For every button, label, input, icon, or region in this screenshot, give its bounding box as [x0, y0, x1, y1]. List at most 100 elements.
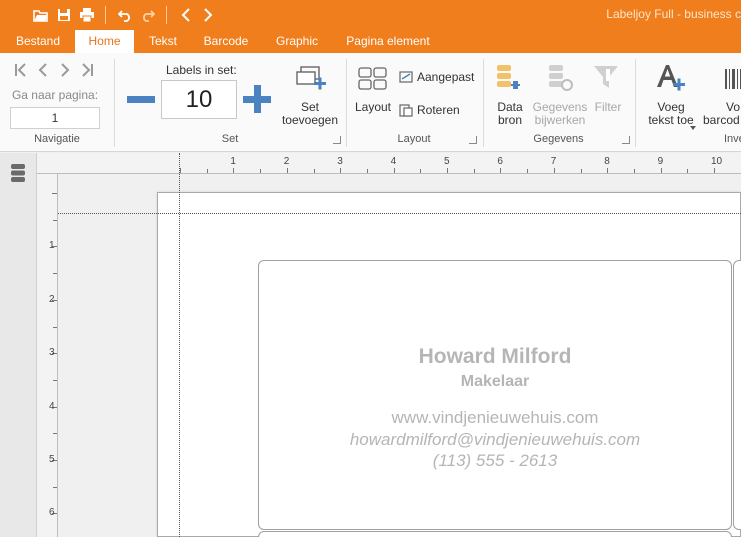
gegevens-bijwerken-label-2: bijwerken [534, 113, 586, 127]
ruler-tick-label: 7 [550, 156, 557, 167]
label-email-text[interactable]: howardmilford@vindjenieuwehuis.com [258, 430, 732, 450]
ruler-tick-label: 1 [230, 156, 236, 167]
open-icon[interactable] [33, 6, 49, 24]
voeg-tekst-icon[interactable] [655, 63, 687, 93]
vertical-ruler: 1 2 3 4 5 6 [37, 174, 58, 537]
app-title: Labeljoy Full - business c [606, 7, 741, 21]
ribbon-tabs: Bestand Home Tekst Barcode Graphic Pagin… [0, 30, 741, 54]
ruler-tick-label: 3 [337, 156, 343, 167]
ruler-tick [53, 219, 57, 221]
redo-icon[interactable] [140, 6, 156, 24]
tab-tekst[interactable]: Tekst [142, 30, 184, 53]
ruler-tick [52, 193, 57, 194]
ruler-tick [633, 169, 635, 173]
ruler-tick-label: 5 [444, 156, 450, 167]
ruler-tick-label: 2 [283, 156, 290, 167]
ruler-tick-label: 4 [390, 156, 397, 167]
ruler-tick [393, 168, 395, 173]
ruler-tick [260, 169, 262, 173]
group-label-navigatie: Navigatie [34, 133, 80, 145]
label-phone-text[interactable]: (113) 555 - 2613 [258, 451, 732, 471]
title-bar: Labeljoy Full - business c [0, 0, 741, 30]
goto-page-input[interactable]: 1 [10, 107, 100, 129]
ruler-tick-label: 9 [657, 156, 664, 167]
ruler-tick [233, 168, 235, 173]
layout-launcher-icon[interactable] [469, 136, 477, 144]
ruler-tick [340, 168, 342, 173]
ruler-tick-label: 10 [711, 156, 723, 167]
ruler-tick [660, 168, 662, 173]
back-icon[interactable] [179, 6, 193, 24]
roteren-icon[interactable] [399, 103, 413, 117]
ruler-tick [286, 168, 288, 173]
group-label-layout: Layout [397, 133, 431, 145]
set-launcher-icon[interactable] [333, 136, 341, 144]
ruler-tick [180, 168, 181, 173]
ruler-tick [420, 169, 422, 173]
first-page-icon[interactable] [14, 63, 28, 77]
data-bron-icon[interactable] [496, 63, 522, 93]
left-panel [0, 153, 37, 537]
ruler-tick [53, 486, 57, 488]
filter-button-label: Filter [594, 100, 622, 114]
ruler-tick [53, 433, 57, 435]
dropdown-arrow-icon[interactable] [690, 119, 696, 130]
set-toevoegen-icon[interactable] [295, 65, 327, 95]
group-separator [635, 59, 636, 147]
aangepast-button-label[interactable]: Aangepast [417, 71, 474, 84]
label-name-text[interactable]: Howard Milford [258, 345, 732, 369]
tab-home[interactable]: Home [75, 30, 134, 54]
group-label-invoegen: Inve [724, 133, 741, 145]
labels-in-set-label: Labels in set: [166, 63, 237, 77]
ruler-tick [527, 169, 529, 173]
ruler-tick [366, 169, 368, 173]
gegevens-launcher-icon[interactable] [622, 136, 630, 144]
voeg-barcode-label-2[interactable]: barcod [703, 114, 740, 127]
roteren-button-label[interactable]: Roteren [417, 104, 460, 117]
print-icon[interactable] [79, 6, 95, 24]
previous-page-icon[interactable] [36, 63, 50, 77]
label-role-text[interactable]: Makelaar [258, 373, 732, 391]
set-toevoegen-label-2[interactable]: toevoegen [278, 114, 342, 127]
tab-pagina-element[interactable]: Pagina element [338, 30, 438, 53]
label-website-text[interactable]: www.vindjenieuwehuis.com [258, 408, 732, 428]
save-icon[interactable] [56, 6, 71, 24]
ruler-tick [687, 169, 689, 173]
label-card[interactable] [258, 260, 732, 530]
database-icon[interactable] [9, 163, 27, 183]
layout-icon[interactable] [358, 67, 388, 91]
tab-barcode[interactable]: Barcode [196, 30, 256, 53]
filter-icon [592, 63, 622, 93]
label-card-below[interactable] [258, 531, 732, 537]
decrease-labels-button[interactable] [127, 96, 155, 103]
separator [105, 6, 106, 24]
layout-button-label[interactable]: Layout [350, 101, 396, 114]
ruler-tick [206, 169, 208, 173]
group-label-set: Set [221, 133, 239, 145]
tab-bestand[interactable]: Bestand [8, 30, 68, 53]
undo-icon[interactable] [117, 6, 133, 24]
horizontal-guide[interactable] [58, 213, 741, 214]
horizontal-ruler: 1 2 3 4 5 6 7 8 9 10 [157, 153, 741, 174]
ruler-tick-label: 8 [604, 156, 610, 167]
forward-icon[interactable] [201, 6, 215, 24]
ruler-tick-label: 5 [49, 454, 55, 465]
ruler-tick [53, 273, 57, 275]
next-page-icon[interactable] [58, 63, 72, 77]
ruler-tick-label: 4 [49, 400, 55, 412]
voeg-barcode-icon[interactable] [723, 67, 741, 91]
ruler-tick [473, 169, 475, 173]
data-bron-label-2[interactable]: bron [490, 114, 530, 127]
label-card-next[interactable] [733, 260, 741, 530]
ruler-tick [313, 169, 315, 173]
ruler-tick-label: 6 [49, 507, 55, 519]
vertical-guide[interactable] [179, 153, 180, 537]
aangepast-icon[interactable] [399, 71, 413, 83]
tab-graphic[interactable]: Graphic [268, 30, 326, 53]
last-page-icon[interactable] [80, 63, 94, 77]
increase-labels-button[interactable] [243, 85, 271, 113]
ruler-tick [714, 168, 715, 173]
group-label-gegevens: Gegevens [533, 133, 584, 145]
ruler-tick [53, 326, 57, 328]
labels-count-input[interactable]: 10 [161, 80, 237, 119]
